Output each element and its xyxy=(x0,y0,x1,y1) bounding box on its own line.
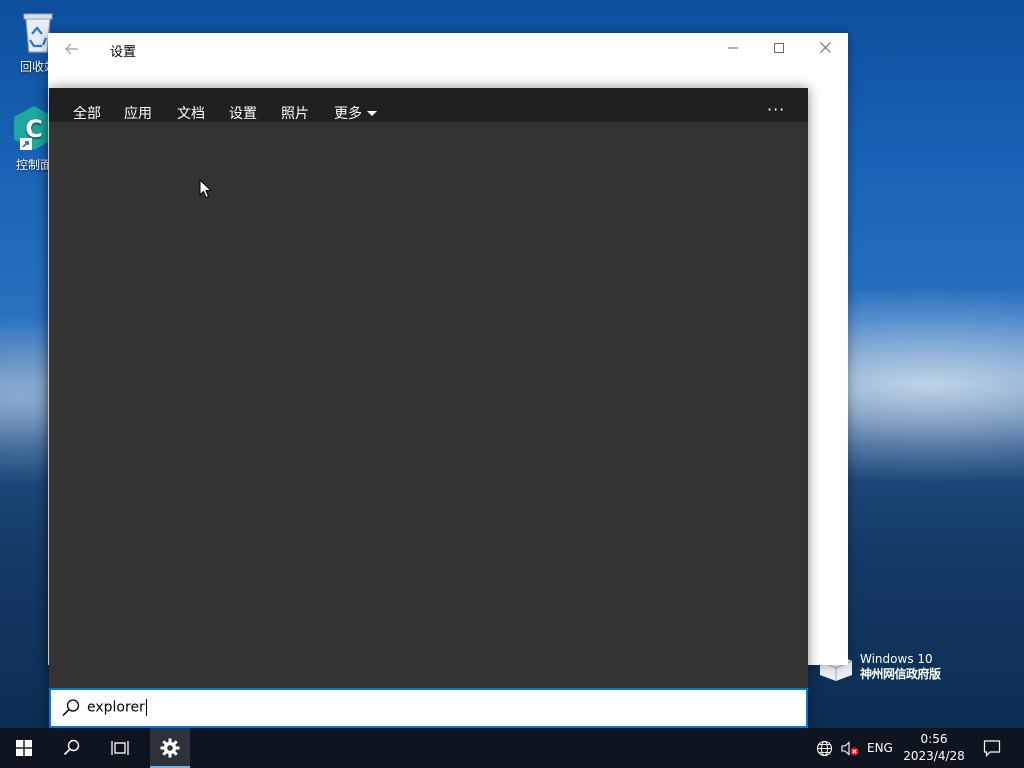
windows-start-icon xyxy=(16,740,32,756)
tab-photos[interactable]: 照片 xyxy=(281,103,309,123)
back-arrow-icon xyxy=(65,43,78,55)
tab-more-label: 更多 xyxy=(334,106,362,122)
search-box[interactable]: explorer xyxy=(49,688,808,728)
mouse-pointer-icon xyxy=(199,179,213,199)
search-flyout: 全部 应用 文档 设置 照片 更多 ··· explorer xyxy=(49,88,808,728)
volume-muted-icon xyxy=(841,740,859,756)
search-scope-tabs: 全部 应用 文档 设置 照片 更多 ··· xyxy=(49,88,808,122)
clock-date: 2023/4/28 xyxy=(903,749,965,763)
tab-settings[interactable]: 设置 xyxy=(229,103,257,123)
tray-network[interactable] xyxy=(816,728,836,768)
taskbar-search-button[interactable] xyxy=(48,728,96,768)
minimize-icon xyxy=(728,47,738,49)
search-icon xyxy=(62,699,80,717)
search-input[interactable]: explorer xyxy=(87,699,587,716)
close-icon xyxy=(819,42,831,53)
task-view-button[interactable] xyxy=(96,728,144,768)
tab-apps[interactable]: 应用 xyxy=(124,103,152,123)
start-button[interactable] xyxy=(0,728,48,768)
action-center-button[interactable] xyxy=(972,728,1012,768)
window-title: 设置 xyxy=(110,45,137,60)
globe-network-icon xyxy=(816,740,833,756)
action-center-icon xyxy=(983,740,1001,757)
taskbar: ENG 0:56 2023/4/28 xyxy=(0,728,1024,768)
language-label: ENG xyxy=(867,741,893,755)
clock-time: 0:56 xyxy=(920,732,948,746)
back-button[interactable] xyxy=(60,39,84,59)
watermark-line-2: 神州网信政府版 xyxy=(860,667,941,681)
search-icon xyxy=(63,739,80,756)
maximize-button[interactable] xyxy=(756,33,802,65)
watermark-line-1: Windows 10 xyxy=(860,652,933,666)
settings-titlebar[interactable]: 设置 xyxy=(48,33,848,65)
close-button[interactable] xyxy=(802,33,848,65)
tab-documents[interactable]: 文档 xyxy=(177,103,205,123)
minimize-button[interactable] xyxy=(710,33,756,65)
chevron-down-icon xyxy=(367,110,377,116)
task-view-icon xyxy=(111,741,129,755)
tab-all[interactable]: 全部 xyxy=(73,103,101,123)
more-options-button[interactable]: ··· xyxy=(767,100,785,119)
text-caret xyxy=(145,699,147,716)
taskbar-clock[interactable]: 0:56 2023/4/28 xyxy=(900,731,968,765)
input-language-indicator[interactable]: ENG xyxy=(867,728,893,768)
maximize-icon xyxy=(774,43,784,53)
search-input-value: explorer xyxy=(87,699,145,716)
taskbar-app-settings[interactable] xyxy=(150,728,190,768)
gear-icon xyxy=(160,738,180,758)
tray-volume[interactable] xyxy=(840,728,862,768)
tab-more[interactable]: 更多 xyxy=(334,103,377,123)
